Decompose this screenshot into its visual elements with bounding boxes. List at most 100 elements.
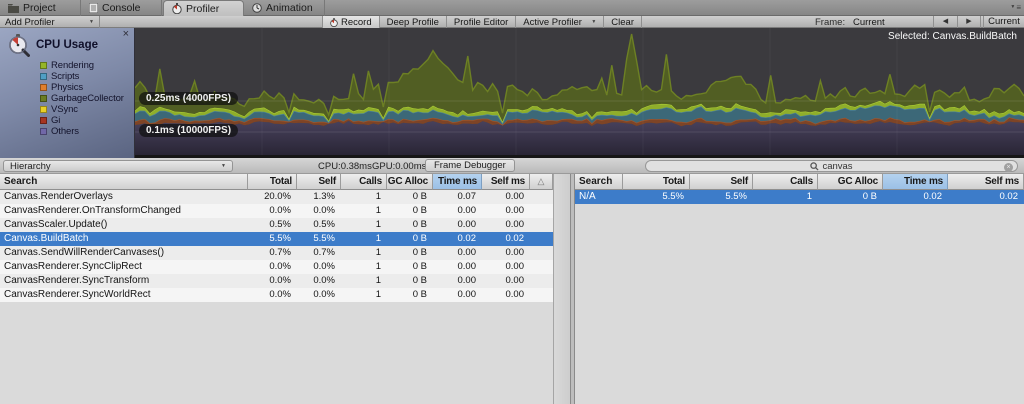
column-header-self-ms[interactable]: Self ms	[482, 174, 530, 190]
table-row[interactable]: CanvasScaler.Update()0.5%0.5%10 B0.000.0…	[0, 218, 553, 232]
chart-y-label-01ms: 0.1ms (10000FPS)	[139, 124, 238, 137]
frame-value[interactable]: Current	[853, 17, 885, 28]
column-header-calls[interactable]: Calls	[341, 174, 387, 190]
pane-menu-icon[interactable]: ▼≡	[1003, 2, 1021, 12]
profile-editor-button[interactable]: Profile Editor	[446, 16, 515, 28]
column-header-self[interactable]: Self	[690, 174, 753, 190]
close-icon[interactable]: ×	[123, 28, 129, 40]
clear-search-icon[interactable]: ×	[1004, 163, 1013, 172]
peak-cell	[530, 274, 553, 288]
row-value: 0 B	[387, 218, 433, 232]
clear-button[interactable]: Clear	[603, 16, 642, 28]
record-button[interactable]: Record	[322, 16, 379, 28]
table-row[interactable]: CanvasRenderer.SyncClipRect0.0%0.0%10 B0…	[0, 260, 553, 274]
row-name: CanvasRenderer.OnTransformChanged	[0, 204, 248, 218]
tab-console[interactable]: Console	[81, 0, 162, 16]
row-value: 0.00	[482, 218, 530, 232]
table-row[interactable]: CanvasRenderer.SyncTransform0.0%0.0%10 B…	[0, 274, 553, 288]
table-row[interactable]: N/A5.5%5.5%10 B0.020.02	[575, 190, 1024, 204]
row-value: 0.00	[433, 260, 482, 274]
row-value: 1	[341, 190, 387, 204]
legend-item-label: GarbageCollector	[51, 93, 124, 104]
column-header-calls[interactable]: Calls	[753, 174, 818, 190]
active-profiler-label: Active Profiler	[523, 17, 582, 28]
add-profiler-dropdown[interactable]: Add Profiler ▼	[0, 16, 100, 28]
deep-profile-label: Deep Profile	[387, 17, 439, 28]
column-header-time-ms[interactable]: Time ms	[433, 174, 482, 190]
cpu-area-chart	[135, 28, 1024, 155]
row-value: 0.02	[433, 232, 482, 246]
add-profiler-label: Add Profiler	[5, 17, 55, 28]
detail-table: SearchTotalSelfCallsGC AllocTime msSelf …	[575, 174, 1024, 404]
table-row[interactable]: CanvasRenderer.OnTransformChanged 0.0% 0.0…	[0, 204, 553, 218]
row-value: 0.0%	[248, 260, 297, 274]
chart-selected-label: Selected: Canvas.BuildBatch	[888, 31, 1017, 42]
column-header-gc-alloc[interactable]: GC Alloc	[818, 174, 883, 190]
deep-profile-button[interactable]: Deep Profile	[379, 16, 446, 28]
legend-item[interactable]: Gi	[40, 115, 134, 126]
row-value: 0.0%	[297, 204, 341, 218]
row-value: 0.5%	[248, 218, 297, 232]
vertical-scrollbar[interactable]	[553, 174, 570, 404]
column-header-search[interactable]: Search	[0, 174, 248, 190]
peak-cell	[530, 204, 553, 218]
row-value: 1	[341, 232, 387, 246]
column-header-gc-alloc[interactable]: GC Alloc	[387, 174, 433, 190]
column-header-total[interactable]: Total	[623, 174, 690, 190]
previous-frame-button[interactable]: ◀	[933, 16, 957, 28]
next-frame-button[interactable]: ▶	[957, 16, 981, 28]
cpu-chart[interactable]: 0.25ms (4000FPS) 0.1ms (10000FPS) Select…	[135, 28, 1024, 158]
row-value: 0.7%	[297, 246, 341, 260]
row-value: 1.3%	[297, 190, 341, 204]
column-header-search[interactable]: Search	[575, 174, 623, 190]
current-frame-button[interactable]: Current	[983, 16, 1024, 28]
legend-color-chip	[40, 73, 47, 80]
frame-debugger-label: Frame Debugger	[434, 160, 506, 171]
column-header-total[interactable]: Total	[248, 174, 297, 190]
panel-header: CPU Usage	[0, 28, 134, 59]
legend-item[interactable]: Others	[40, 126, 134, 137]
legend-item[interactable]: Physics	[40, 82, 134, 93]
search-input[interactable]: canvas ×	[645, 160, 1018, 172]
row-value: 5.5%	[623, 190, 690, 204]
table-row[interactable]: Canvas.RenderOverlays20.0%1.3%10 B0.070.…	[0, 190, 553, 204]
cpu-usage-panel: × CPU Usage RenderingScriptsPhysicsGarba…	[0, 28, 135, 158]
peak-cell	[530, 232, 553, 246]
legend-item-label: VSync	[51, 104, 78, 115]
row-name: Canvas.BuildBatch	[0, 232, 248, 246]
column-header-self-ms[interactable]: Self ms	[948, 174, 1024, 190]
tab-bar: Project Console Profiler Animation ▼≡	[0, 0, 1024, 16]
hierarchy-dropdown[interactable]: Hierarchy ▼	[3, 160, 233, 172]
peak-column-header[interactable]: △	[530, 174, 553, 190]
chevron-down-icon: ▼	[221, 163, 226, 169]
chevron-down-icon: ▼	[591, 19, 596, 25]
peak-cell	[530, 246, 553, 260]
clear-label: Clear	[611, 17, 634, 28]
chart-y-label-025ms: 0.25ms (4000FPS)	[139, 92, 238, 105]
hierarchy-label: Hierarchy	[10, 161, 51, 172]
active-profiler-dropdown[interactable]: Active Profiler ▼	[515, 16, 603, 28]
row-value: 0.0%	[297, 288, 341, 302]
legend-item[interactable]: Scripts	[40, 71, 134, 82]
record-stopwatch-icon	[330, 18, 338, 27]
legend-color-chip	[40, 117, 47, 124]
frame-debugger-button[interactable]: Frame Debugger	[425, 159, 515, 172]
row-value: 0.02	[482, 232, 530, 246]
table-row[interactable]: Canvas.BuildBatch5.5%5.5%10 B0.020.02	[0, 232, 553, 246]
row-value: 0.0%	[248, 274, 297, 288]
cpu-legend-list: RenderingScriptsPhysicsGarbageCollectorV…	[40, 60, 134, 137]
tab-profiler[interactable]: Profiler	[163, 0, 244, 16]
table-row[interactable]: Canvas.SendWillRenderCanvases()0.7%0.7%1…	[0, 246, 553, 260]
table-row[interactable]: CanvasRenderer.SyncWorldRect0.0%0.0%10 B…	[0, 288, 553, 302]
search-value: canvas	[822, 161, 852, 172]
legend-item[interactable]: VSync	[40, 104, 134, 115]
column-header-time-ms[interactable]: Time ms	[883, 174, 948, 190]
row-value: 0.02	[948, 190, 1024, 204]
row-value: 0.00	[482, 204, 530, 218]
legend-item[interactable]: Rendering	[40, 60, 134, 71]
tab-animation[interactable]: Animation	[244, 0, 325, 16]
column-header-self[interactable]: Self	[297, 174, 341, 190]
tab-project[interactable]: Project	[0, 0, 81, 16]
legend-item[interactable]: GarbageCollector	[40, 93, 134, 104]
row-value: 1	[341, 288, 387, 302]
